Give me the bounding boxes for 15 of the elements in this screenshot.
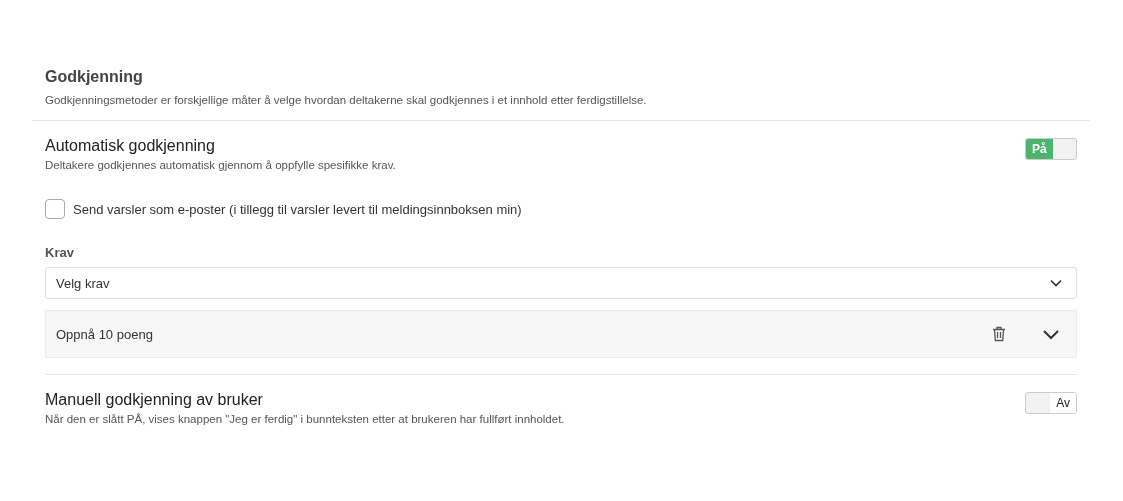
requirement-label: Oppnå 10 poeng bbox=[56, 326, 154, 342]
checkbox-label: Send varsler som e-poster (i tillegg til varsler levert til meldingsinnboksen min) bbox=[73, 201, 522, 217]
checkbox[interactable] bbox=[45, 199, 65, 219]
section-title: Godkjenning bbox=[45, 68, 144, 86]
trash-icon[interactable] bbox=[992, 326, 1006, 342]
requirements-label: Krav bbox=[45, 245, 75, 260]
requirement-select[interactable]: Velg krav bbox=[45, 267, 1077, 299]
section-description: Godkjenningsmetoder er forskjellige måter å velge hvordan deltakerne skal godkjennes i et innhold etter ferdigstillelse. bbox=[45, 94, 648, 106]
chevron-down-icon bbox=[1050, 279, 1062, 287]
setting-description: Deltakere godkjennes automatisk gjennom å oppfylle spesifikke krav. bbox=[45, 159, 396, 171]
setting-title: Manuell godkjenning av bruker bbox=[45, 391, 264, 409]
setting-description: Når den er slått PÅ, vises knappen "Jeg er ferdig" i bunnteksten etter at brukeren har fullført innholdet. bbox=[45, 413, 565, 425]
setting-title: Automatisk godkjenning bbox=[45, 137, 216, 155]
toggle-switch[interactable]: Av bbox=[1025, 392, 1077, 414]
chevron-icon[interactable] bbox=[1042, 328, 1060, 340]
